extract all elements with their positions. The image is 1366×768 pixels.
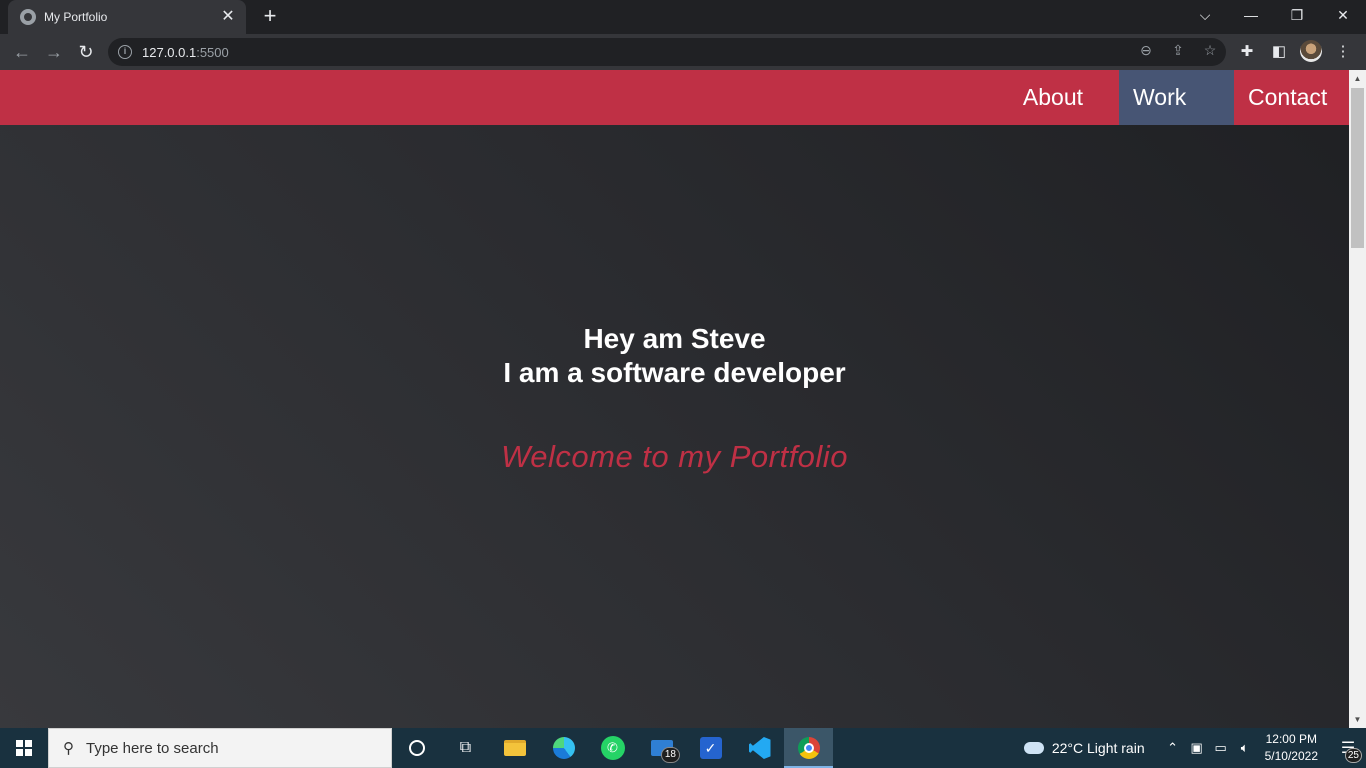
hero-heading: Hey am Steve I am a software developer [0, 322, 1349, 390]
back-arrow-icon[interactable]: ← [10, 40, 34, 64]
taskbar-search-box[interactable]: ⚲ Type here to search [48, 728, 392, 768]
url-port: :5500 [196, 44, 229, 60]
task-view-button[interactable]: ⧉ [441, 728, 490, 768]
clock-time: 12:00 PM [1265, 732, 1317, 746]
system-clock[interactable]: 12:00 PM 5/10/2022 [1265, 731, 1318, 765]
search-icon: ⚲ [63, 740, 74, 757]
windows-logo-icon [16, 740, 32, 756]
hero-line-2: I am a software developer [503, 357, 846, 388]
taskbar-pinned-apps: ⧉ ✆ 18 ✓ [392, 728, 833, 768]
menu-kebab-icon[interactable]: ⋮ [1332, 42, 1354, 60]
extensions-puzzle-icon[interactable]: ✚ [1236, 42, 1258, 60]
hero-line-1: Hey am Steve [583, 323, 766, 354]
welcome-text: Welcome to my Portfolio [501, 439, 848, 474]
vscode-button[interactable] [735, 728, 784, 768]
zoom-icon[interactable]: ⊖ [1136, 42, 1156, 59]
tab-title: My Portfolio [44, 10, 108, 24]
window-controls: ⌵ — ❐ ✕ [1182, 0, 1366, 30]
scroll-down-icon[interactable]: ▼ [1349, 711, 1366, 728]
file-explorer-button[interactable] [490, 728, 539, 768]
browser-tab-active[interactable]: My Portfolio ✕ [8, 0, 246, 34]
battery-icon[interactable]: ▭ [1209, 740, 1233, 756]
hero-section: Hey am Steve I am a software developer W… [0, 322, 1349, 475]
site-navbar: About Work Contact [0, 70, 1349, 125]
start-button[interactable] [0, 728, 48, 768]
cloud-rain-icon [1023, 742, 1044, 754]
nav-about-link[interactable]: About [1009, 70, 1119, 125]
side-panel-icon[interactable]: ◧ [1268, 42, 1290, 60]
browser-toolbar: ← → ↻ i 127.0.0.1 :5500 ⊖ ⇪ ☆ [0, 34, 1366, 70]
restore-button[interactable]: ❐ [1274, 0, 1320, 30]
volume-icon[interactable]: 🔈︎ [1233, 740, 1257, 756]
tab-close-icon[interactable]: ✕ [220, 9, 236, 25]
meet-now-icon[interactable]: ▣ [1185, 740, 1209, 756]
chrome-icon [797, 737, 820, 759]
scroll-up-icon[interactable]: ▲ [1349, 70, 1366, 87]
share-icon[interactable]: ⇪ [1168, 42, 1188, 59]
todo-check-icon: ✓ [699, 737, 722, 759]
system-tray: 22°C Light rain ⌃ ▣ ▭ 🔈︎ 12:00 PM 5/10/2… [1023, 728, 1366, 768]
task-view-icon: ⧉ [459, 739, 472, 756]
action-center-button[interactable]: ☰ 25 [1330, 728, 1366, 768]
chevron-up-icon[interactable]: ⌃ [1161, 740, 1185, 756]
close-window-button[interactable]: ✕ [1320, 0, 1366, 30]
chrome-button[interactable] [784, 728, 833, 768]
site-info-icon[interactable]: i [118, 45, 132, 59]
search-placeholder: Type here to search [86, 739, 219, 757]
todo-button[interactable]: ✓ [686, 728, 735, 768]
forward-arrow-icon[interactable]: → [42, 40, 66, 64]
cortana-icon [408, 740, 425, 756]
url-host: 127.0.0.1 [142, 44, 197, 60]
extension-area: ✚ ◧ ⋮ [1236, 40, 1354, 62]
minimize-button[interactable]: — [1228, 0, 1274, 30]
profile-avatar[interactable] [1300, 40, 1322, 62]
whatsapp-icon: ✆ [600, 736, 625, 760]
cortana-button[interactable] [392, 728, 441, 768]
whatsapp-button[interactable]: ✆ [588, 728, 637, 768]
folder-icon [503, 740, 526, 756]
notification-count: 25 [1344, 748, 1362, 763]
nav-contact-link[interactable]: Contact [1234, 70, 1349, 125]
edge-button[interactable] [539, 728, 588, 768]
address-bar-actions: ⊖ ⇪ ☆ [1136, 42, 1220, 59]
page-scrollbar[interactable]: ▲ ▼ [1349, 70, 1366, 728]
weather-widget[interactable]: 22°C Light rain [1052, 740, 1145, 756]
reload-icon[interactable]: ↻ [74, 40, 98, 64]
scroll-thumb[interactable] [1351, 88, 1364, 248]
page-viewport: About Work Contact Hey am Steve I am a s… [0, 70, 1349, 728]
vscode-icon [748, 737, 771, 759]
windows-taskbar: ⚲ Type here to search ⧉ ✆ 18 ✓ 22°C Ligh… [0, 728, 1366, 768]
edge-icon [552, 737, 575, 759]
address-bar[interactable]: i 127.0.0.1 :5500 ⊖ ⇪ ☆ [108, 38, 1226, 66]
globe-icon [20, 9, 36, 25]
browser-tab-strip: My Portfolio ✕ + ⌵ — ❐ ✕ [0, 0, 1366, 34]
mail-button[interactable]: 18 [637, 728, 686, 768]
nav-work-link[interactable]: Work [1119, 70, 1234, 125]
mail-badge: 18 [660, 747, 680, 763]
new-tab-button[interactable]: + [258, 5, 282, 29]
tab-search-icon[interactable]: ⌵ [1182, 0, 1228, 30]
bookmark-star-icon[interactable]: ☆ [1200, 42, 1220, 59]
clock-date: 5/10/2022 [1264, 749, 1318, 763]
